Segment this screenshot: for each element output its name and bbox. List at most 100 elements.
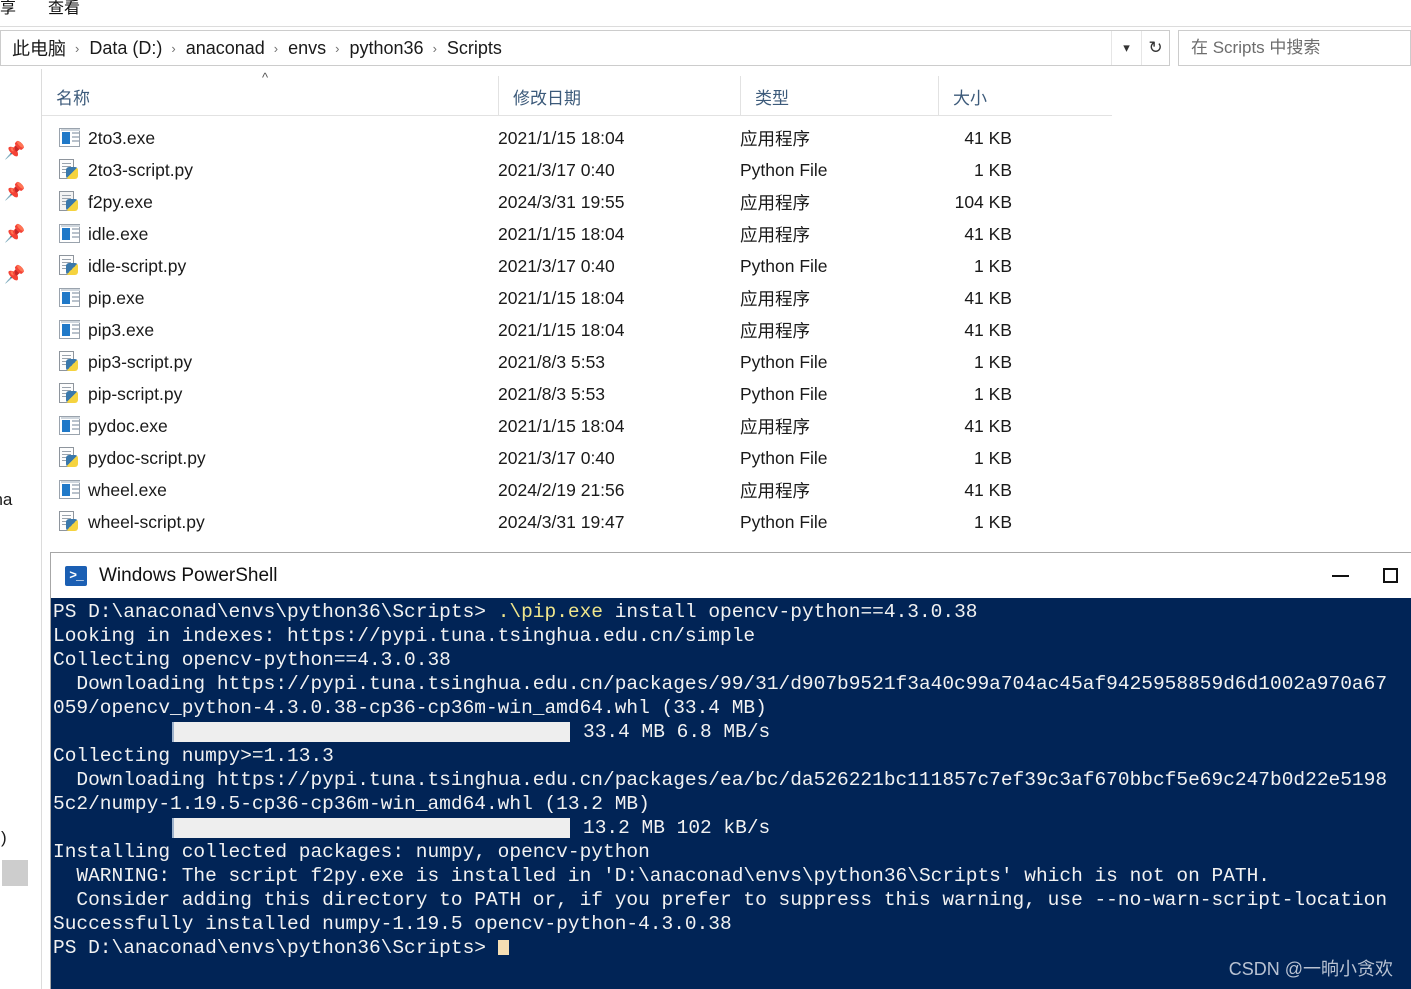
file-name: wheel.exe bbox=[88, 479, 167, 500]
pin-icon[interactable]: 📌 bbox=[4, 224, 25, 244]
file-row[interactable]: idle.exe 2021/1/15 18:04 应用程序 41 KB bbox=[42, 218, 1112, 250]
file-row[interactable]: wheel-script.py 2024/3/31 19:47 Python Fil… bbox=[42, 506, 1112, 538]
file-row[interactable]: 2to3.exe 2021/1/15 18:04 应用程序 41 KB bbox=[42, 122, 1112, 154]
breadcrumb-item[interactable]: Data (D:) bbox=[86, 36, 165, 61]
file-name: f2py.exe bbox=[88, 191, 153, 212]
file-type: 应用程序 bbox=[740, 128, 810, 149]
powershell-title-bar[interactable]: >_ Windows PowerShell bbox=[51, 553, 1411, 598]
python-file-icon bbox=[59, 447, 80, 468]
column-header[interactable]: 修改日期 bbox=[498, 76, 740, 116]
powershell-window[interactable]: >_ Windows PowerShell PS D:\anaconad\env… bbox=[50, 552, 1411, 989]
address-bar[interactable]: 此电脑 › Data (D:) › anaconad › envs › python36 › Scr… bbox=[0, 30, 1170, 66]
column-header[interactable]: 名称 bbox=[42, 76, 498, 116]
file-row[interactable]: pydoc.exe 2021/1/15 18:04 应用程序 41 KB bbox=[42, 410, 1112, 442]
maximize-icon bbox=[1382, 568, 1398, 583]
exe-icon bbox=[59, 127, 80, 148]
breadcrumb-item[interactable]: python36 bbox=[347, 36, 427, 61]
file-type: Python File bbox=[740, 351, 828, 372]
file-row[interactable]: pip3.exe 2021/1/15 18:04 应用程序 41 KB bbox=[42, 314, 1112, 346]
maximize-button[interactable] bbox=[1365, 553, 1411, 598]
file-name: 2to3.exe bbox=[88, 127, 156, 148]
file-row[interactable]: wheel.exe 2024/2/19 21:56 应用程序 41 KB bbox=[42, 474, 1112, 506]
breadcrumb-separator: › bbox=[75, 40, 80, 56]
powershell-console-output[interactable]: PS D:\anaconad\envs\python36\Scripts> .\… bbox=[51, 598, 1411, 989]
console-active-prompt-line[interactable]: PS D:\anaconad\envs\python36\Scripts> bbox=[53, 936, 1411, 960]
file-type: Python File bbox=[740, 383, 828, 404]
file-type: 应用程序 bbox=[740, 480, 810, 501]
refresh-icon[interactable]: ↻ bbox=[1141, 31, 1169, 65]
nav-item-label-clipped[interactable]: ona bbox=[0, 490, 12, 510]
file-date-modified: 2024/3/31 19:55 bbox=[498, 191, 625, 212]
file-name: pip-script.py bbox=[88, 383, 183, 404]
search-input[interactable] bbox=[1189, 37, 1410, 59]
column-header[interactable]: 类型 bbox=[740, 76, 938, 116]
file-row[interactable]: pydoc-script.py 2021/3/17 0:40 Python File… bbox=[42, 442, 1112, 474]
file-name: pip.exe bbox=[88, 287, 145, 308]
download-progress-row: 33.4 MB 6.8 MB/s bbox=[53, 720, 1411, 744]
python-exe-icon bbox=[59, 191, 80, 212]
file-date-modified: 2021/1/15 18:04 bbox=[498, 287, 625, 308]
file-name: 2to3-script.py bbox=[88, 159, 194, 180]
column-header-label: 大小 bbox=[953, 88, 987, 108]
file-row[interactable]: pip3-script.py 2021/8/3 5:53 Python File 1 … bbox=[42, 346, 1112, 378]
progress-bar bbox=[172, 722, 570, 742]
console-output-line: Looking in indexes: https://pypi.tuna.ts… bbox=[53, 625, 756, 647]
console-command-args: install opencv-python==4.3.0.38 bbox=[603, 601, 978, 623]
screen-root: 享 查看 此电脑 › Data (D:) › anaconad › envs › python3… bbox=[0, 0, 1411, 989]
sort-ascending-icon[interactable]: ^ bbox=[262, 70, 268, 85]
file-size: 41 KB bbox=[964, 319, 1012, 340]
file-type: Python File bbox=[740, 511, 828, 532]
pin-icon[interactable]: 📌 bbox=[4, 265, 25, 285]
console-output-line: WARNING: The script f2py.exe is installe… bbox=[53, 865, 1270, 887]
breadcrumb[interactable]: 此电脑 › Data (D:) › anaconad › envs › python36 › Scr… bbox=[1, 33, 1111, 63]
file-size: 1 KB bbox=[974, 511, 1012, 532]
python-file-icon bbox=[59, 383, 80, 404]
file-row[interactable]: pip.exe 2021/1/15 18:04 应用程序 41 KB bbox=[42, 282, 1112, 314]
progress-stats: 33.4 MB 6.8 MB/s bbox=[583, 721, 771, 743]
ribbon-tab-share[interactable]: 享 bbox=[0, 0, 16, 18]
file-type: 应用程序 bbox=[740, 320, 810, 341]
pin-icon[interactable]: 📌 bbox=[4, 182, 25, 202]
file-type: 应用程序 bbox=[740, 288, 810, 309]
breadcrumb-item[interactable]: 此电脑 bbox=[9, 33, 69, 63]
search-box[interactable] bbox=[1178, 30, 1411, 66]
breadcrumb-item[interactable]: anaconad bbox=[183, 36, 268, 61]
ribbon-tab-view[interactable]: 查看 bbox=[48, 0, 80, 18]
python-file-icon bbox=[59, 159, 80, 180]
console-command-executable: .\pip.exe bbox=[497, 601, 604, 623]
file-list[interactable]: 2to3.exe 2021/1/15 18:04 应用程序 41 KB 2to3-scr… bbox=[42, 122, 1112, 538]
minimize-icon bbox=[1331, 574, 1349, 577]
column-header-label: 名称 bbox=[56, 88, 90, 108]
nav-scroll-thumb[interactable] bbox=[2, 860, 28, 886]
minimize-button[interactable] bbox=[1315, 553, 1365, 598]
python-file-icon bbox=[59, 255, 80, 276]
file-size: 41 KB bbox=[964, 127, 1012, 148]
file-type: Python File bbox=[740, 255, 828, 276]
chevron-down-icon[interactable]: ▾ bbox=[1111, 31, 1141, 65]
file-row[interactable]: idle-script.py 2021/3/17 0:40 Python File 1… bbox=[42, 250, 1112, 282]
file-row[interactable]: f2py.exe 2024/3/31 19:55 应用程序 104 KB bbox=[42, 186, 1112, 218]
address-bar-row: 此电脑 › Data (D:) › anaconad › envs › python36 › Scr… bbox=[0, 28, 1411, 68]
file-name: idle.exe bbox=[88, 223, 149, 244]
console-output-line: Consider adding this directory to PATH o… bbox=[53, 889, 1388, 911]
exe-icon bbox=[59, 479, 80, 500]
breadcrumb-separator: › bbox=[273, 40, 279, 56]
file-date-modified: 2021/3/17 0:40 bbox=[498, 255, 615, 276]
file-size: 1 KB bbox=[974, 351, 1012, 372]
file-size: 41 KB bbox=[964, 415, 1012, 436]
file-size: 41 KB bbox=[964, 287, 1012, 308]
file-type: 应用程序 bbox=[740, 192, 810, 213]
file-date-modified: 2024/3/31 19:47 bbox=[498, 511, 625, 532]
pin-icon[interactable]: 📌 bbox=[4, 141, 25, 161]
breadcrumb-item[interactable]: envs bbox=[285, 36, 329, 61]
breadcrumb-item[interactable]: Scripts bbox=[444, 36, 505, 61]
console-output-line: 5c2/numpy-1.19.5-cp36-cp36m-win_amd64.wh… bbox=[53, 793, 650, 815]
nav-item-label-clipped[interactable]: C:) bbox=[0, 828, 7, 848]
file-row[interactable]: 2to3-script.py 2021/3/17 0:40 Python File 1… bbox=[42, 154, 1112, 186]
column-header[interactable]: 大小 bbox=[938, 76, 1112, 116]
file-row[interactable]: pip-script.py 2021/8/3 5:53 Python File 1 K… bbox=[42, 378, 1112, 410]
file-name: pydoc.exe bbox=[88, 415, 168, 436]
console-command-line: PS D:\anaconad\envs\python36\Scripts> .\… bbox=[53, 600, 1411, 624]
file-size: 1 KB bbox=[974, 447, 1012, 468]
breadcrumb-separator: › bbox=[335, 40, 340, 56]
